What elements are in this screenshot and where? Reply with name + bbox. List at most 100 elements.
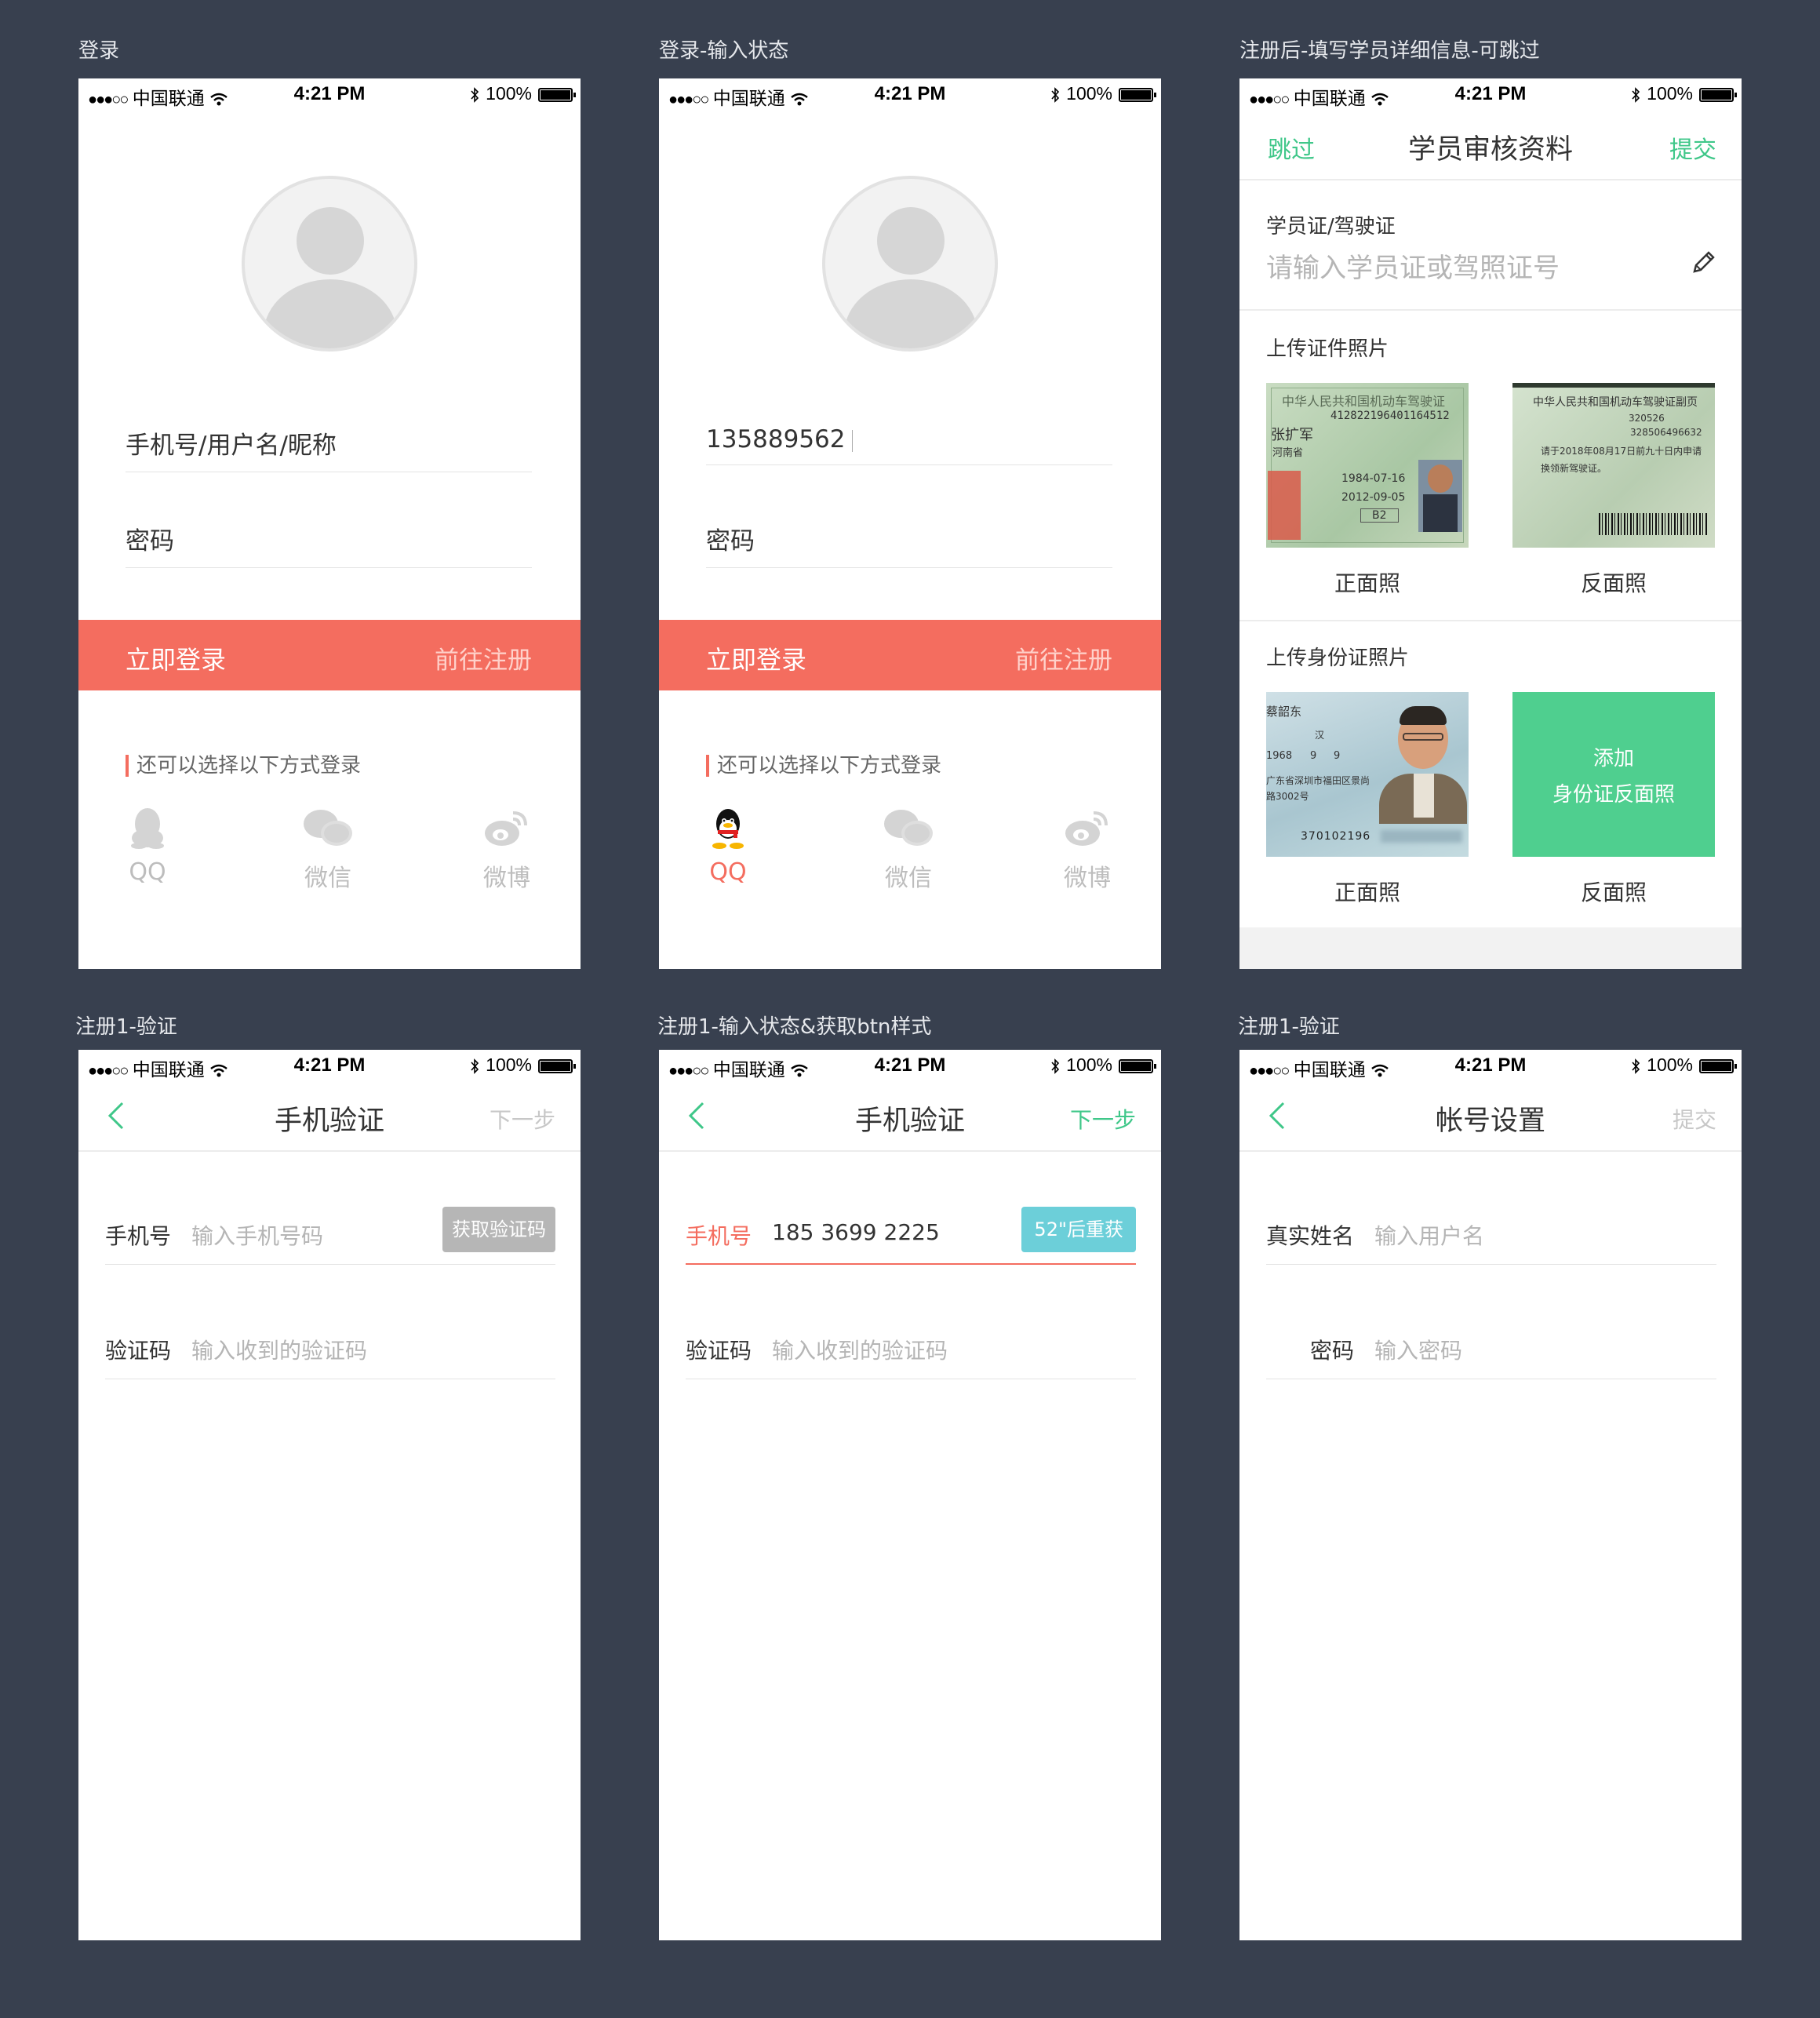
next-button[interactable]: 下一步	[1070, 1103, 1136, 1135]
status-bar: ●●●○○ 中国联通 4:21 PM 100%	[78, 78, 581, 110]
license-back-caption: 反面照	[1580, 570, 1647, 596]
cert-upload-title: 上传证件照片	[1266, 337, 1389, 361]
avatar[interactable]	[822, 176, 998, 352]
add-id-back-button[interactable]: 添加 身份证反面照	[1512, 692, 1715, 857]
status-bar: ●●●○○ 中国联通 4:21 PM 100%	[1239, 1050, 1742, 1081]
battery-label: 100%	[486, 1055, 532, 1075]
caption-review: 注册后-填写学员详细信息-可跳过	[1239, 39, 1540, 63]
license-input[interactable]: 请输入学员证或驾照证号	[1266, 246, 1560, 285]
qq-icon	[131, 808, 164, 849]
phone-label: 手机号	[105, 1223, 172, 1249]
qq-login[interactable]: QQ	[108, 807, 187, 886]
resend-button[interactable]: 52"后重获	[1021, 1207, 1136, 1252]
phone-login-input: ●●●○○ 中国联通 4:21 PM 100% 135889562 密码 立即登…	[659, 78, 1161, 969]
weibo-login[interactable]: 微博	[1048, 807, 1127, 893]
username-input[interactable]: 手机号/用户名/昵称	[126, 425, 532, 472]
submit-button[interactable]: 提交	[1673, 1103, 1716, 1135]
login-button[interactable]: 立即登录	[126, 640, 226, 676]
password-input[interactable]: 输入密码	[1374, 1334, 1462, 1365]
login-button[interactable]: 立即登录	[706, 640, 806, 676]
page-title: 学员审核资料	[1407, 134, 1573, 166]
battery-label: 100%	[1066, 1055, 1112, 1075]
weibo-icon	[1065, 811, 1108, 846]
battery-label: 100%	[1647, 1055, 1693, 1075]
battery-icon	[1119, 87, 1156, 102]
license-back-number-b: 328506496632	[1630, 427, 1702, 438]
username-input[interactable]: 135889562	[706, 425, 1112, 465]
wechat-label: 微信	[885, 865, 932, 892]
id-ethnicity: 汉	[1315, 730, 1325, 741]
password-input[interactable]: 密码	[126, 521, 532, 568]
status-bar: ●●●○○ 中国联通 4:21 PM 100%	[1239, 78, 1742, 110]
caption-account: 注册1-验证	[1238, 1015, 1340, 1039]
submit-button[interactable]: 提交	[1669, 130, 1716, 165]
id-day: 9	[1334, 750, 1341, 762]
register-link[interactable]: 前往注册	[435, 640, 532, 676]
edit-icon[interactable]	[1690, 250, 1716, 276]
license-issue: 2012-09-05	[1341, 491, 1406, 504]
phone-account: ●●●○○ 中国联通 4:21 PM 100% 帐号设置 提交 真实姓名 输入用…	[1239, 1050, 1742, 1940]
license-back-note2: 换领新驾驶证。	[1541, 463, 1607, 474]
license-back-photo[interactable]: 中华人民共和国机动车驾驶证副页 320526 328506496632 请于20…	[1512, 383, 1715, 548]
password-input[interactable]: 密码	[706, 521, 1112, 568]
code-row: 验证码 输入收到的验证码	[686, 1317, 1136, 1379]
phone-row: 手机号 输入手机号码 获取验证码	[105, 1202, 555, 1265]
add-id-back-line2: 身份证反面照	[1552, 783, 1675, 807]
get-code-button[interactable]: 获取验证码	[442, 1207, 555, 1252]
id-name: 蔡韶东	[1266, 705, 1302, 719]
avatar[interactable]	[242, 176, 417, 352]
id-year: 1968	[1266, 750, 1293, 762]
bluetooth-icon	[1051, 1058, 1060, 1074]
nav-bar: 帐号设置 提交	[1239, 1081, 1742, 1152]
license-name: 张扩军	[1271, 427, 1313, 443]
license-section: 学员证/驾驶证 请输入学员证或驾照证号	[1239, 182, 1742, 311]
wechat-login[interactable]: 微信	[289, 807, 367, 893]
phone-row: 手机号 185 3699 2225 52"后重获	[686, 1202, 1136, 1265]
phone-input[interactable]: 输入手机号码	[191, 1219, 323, 1251]
phone-input[interactable]: 185 3699 2225	[772, 1219, 940, 1245]
battery-icon	[1699, 87, 1737, 102]
next-button[interactable]: 下一步	[490, 1103, 555, 1135]
caption-verify-input: 注册1-输入状态&获取btn样式	[657, 1015, 932, 1039]
qq-label: QQ	[129, 858, 166, 886]
license-back-number-a: 320526	[1629, 413, 1665, 424]
id-upload-title: 上传身份证照片	[1266, 647, 1410, 670]
phone-label: 手机号	[686, 1223, 752, 1249]
alt-login-title: 还可以选择以下方式登录	[706, 755, 941, 777]
status-bar: ●●●○○ 中国联通 4:21 PM 100%	[659, 1050, 1161, 1081]
id-front-photo[interactable]: 蔡韶东 汉 1968 9 9 广东省深圳市福田区景尚 路3002号 370102…	[1266, 692, 1469, 857]
text-caret	[851, 429, 853, 452]
username-value: 135889562	[706, 425, 846, 454]
register-link[interactable]: 前往注册	[1015, 640, 1112, 676]
nav-bar: 手机验证 下一步	[659, 1081, 1161, 1152]
password-label: 密码	[1309, 1338, 1354, 1364]
battery-label: 100%	[1647, 83, 1693, 104]
wechat-login[interactable]: 微信	[869, 807, 948, 893]
status-bar: ●●●○○ 中国联通 4:21 PM 100%	[659, 78, 1161, 110]
weibo-label: 微博	[483, 865, 530, 892]
add-id-back-line1: 添加	[1592, 747, 1634, 770]
phone-review: ●●●○○ 中国联通 4:21 PM 100% 跳过 学员审核资料 提交 学员证…	[1239, 78, 1742, 969]
license-label: 学员证/驾驶证	[1266, 215, 1396, 239]
battery-icon	[538, 1058, 576, 1073]
code-label: 验证码	[105, 1338, 172, 1364]
code-input[interactable]: 输入收到的验证码	[772, 1334, 948, 1365]
login-bar: 立即登录 前往注册	[659, 620, 1161, 690]
bluetooth-icon	[1632, 1058, 1640, 1074]
license-front-photo[interactable]: 中华人民共和国机动车驾驶证 412822196401164512 张扩军 河南省…	[1266, 383, 1469, 548]
nav-bar: 跳过 学员审核资料 提交	[1239, 110, 1742, 180]
license-birth: 1984-07-16	[1341, 472, 1406, 485]
code-input[interactable]: 输入收到的验证码	[191, 1334, 367, 1365]
qq-login[interactable]: QQ	[689, 807, 767, 886]
battery-label: 100%	[1066, 83, 1112, 104]
license-front-header: 中华人民共和国机动车驾驶证	[1282, 394, 1446, 409]
alt-login-title: 还可以选择以下方式登录	[126, 755, 361, 777]
barcode	[1599, 513, 1709, 535]
weibo-login[interactable]: 微博	[468, 807, 546, 893]
weibo-icon	[485, 811, 527, 846]
code-row: 验证码 输入收到的验证码	[105, 1317, 555, 1379]
qq-icon	[712, 809, 744, 849]
name-input[interactable]: 输入用户名	[1374, 1219, 1484, 1251]
id-address2: 路3002号	[1266, 791, 1309, 802]
status-bar: ●●●○○ 中国联通 4:21 PM 100%	[78, 1050, 581, 1081]
